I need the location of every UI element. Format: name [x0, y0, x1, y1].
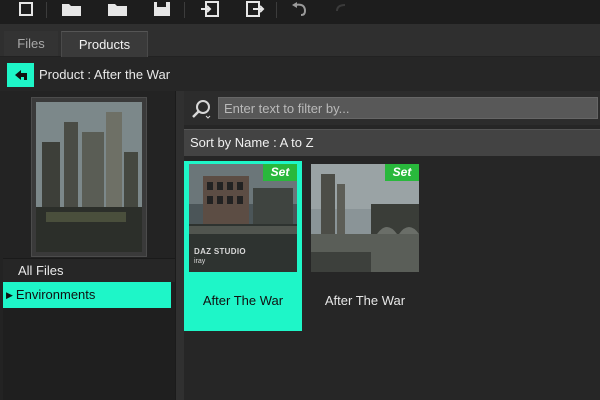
product-card[interactable]: Set DAZ STUDIO iray After The War	[184, 161, 302, 331]
set-badge: Set	[263, 164, 297, 181]
product-sidebar: All Files ▶ Environments	[0, 91, 175, 400]
product-image	[36, 102, 142, 252]
open-folder-icon[interactable]	[60, 0, 84, 18]
back-arrow-icon	[14, 70, 27, 80]
toolbar-separator	[46, 2, 47, 18]
back-button[interactable]	[7, 63, 34, 87]
brand-line2: iray	[194, 258, 206, 265]
tree-item-all-files[interactable]: All Files	[3, 258, 175, 282]
product-card-image: Set	[311, 164, 419, 272]
tab-files[interactable]: Files	[4, 31, 58, 56]
product-card-label: After The War	[202, 293, 284, 308]
main-toolbar	[0, 0, 600, 24]
product-header: Product : After the War	[0, 57, 600, 91]
tab-products[interactable]: Products	[61, 31, 148, 57]
sort-header[interactable]: Sort by Name : A to Z	[184, 129, 600, 156]
export-icon[interactable]	[243, 0, 267, 18]
filter-input[interactable]	[218, 97, 598, 119]
product-title: Product : After the War	[39, 67, 170, 82]
tree-item-environments[interactable]: ▶ Environments	[3, 282, 171, 308]
toolbar-separator	[276, 2, 277, 18]
product-grid: Set DAZ STUDIO iray After The War Set Af…	[184, 157, 600, 400]
expand-arrow-icon[interactable]: ▶	[6, 282, 13, 308]
product-card[interactable]: Set After The War	[306, 161, 424, 331]
set-badge: Set	[385, 164, 419, 181]
tree-item-label: Environments	[15, 287, 96, 302]
save-icon[interactable]	[150, 0, 174, 18]
product-card-label: After The War	[324, 293, 406, 308]
sort-label: Sort by Name : A to Z	[190, 135, 314, 150]
import-icon[interactable]	[198, 0, 222, 18]
daz-studio-iray-logo: DAZ STUDIO iray	[194, 247, 246, 266]
product-thumbnail	[31, 97, 147, 257]
product-prefix: Product :	[39, 67, 94, 82]
category-tree: All Files ▶ Environments	[3, 258, 175, 400]
toolbar-separator	[184, 2, 185, 18]
new-icon[interactable]	[14, 0, 38, 18]
brand-line1: DAZ STUDIO	[194, 247, 246, 256]
content-panel: Sort by Name : A to Z Set DAZ STUDIO i	[184, 91, 600, 400]
undo-icon[interactable]	[288, 0, 312, 18]
pane-tabs: Files Products	[0, 24, 600, 57]
product-card-image: Set DAZ STUDIO iray	[189, 164, 297, 272]
filter-bar	[184, 91, 600, 125]
search-icon[interactable]	[190, 98, 212, 120]
merge-folder-icon[interactable]	[106, 0, 130, 18]
redo-icon[interactable]	[330, 0, 354, 18]
product-name: After the War	[93, 67, 171, 82]
